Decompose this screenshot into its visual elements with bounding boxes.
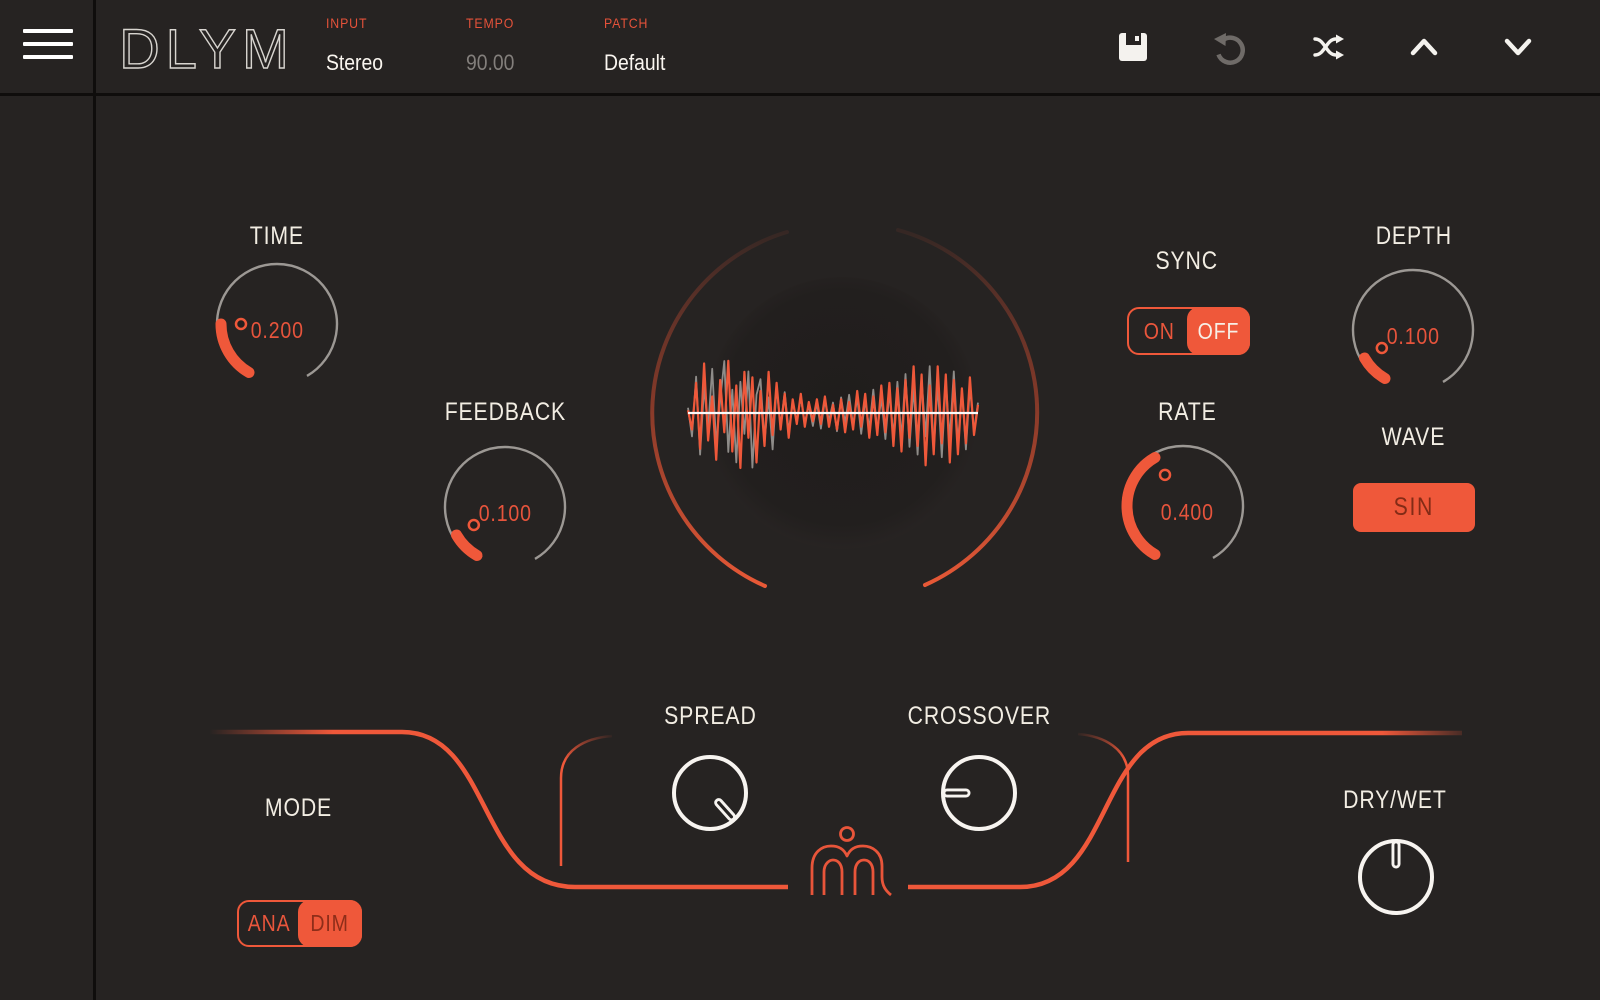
drywet-label: DRY/WET bbox=[1245, 786, 1545, 815]
patch-value[interactable]: Default bbox=[604, 50, 665, 76]
depth-value: 0.100 bbox=[1333, 323, 1493, 350]
input-value[interactable]: Stereo bbox=[326, 50, 383, 76]
hamburger-menu-icon[interactable] bbox=[23, 29, 73, 65]
brand-logo: DLYM bbox=[112, 12, 302, 82]
shuffle-icon[interactable] bbox=[1311, 29, 1349, 65]
svg-text:DLYM: DLYM bbox=[119, 17, 294, 80]
sync-label: SYNC bbox=[1037, 247, 1337, 276]
tempo-value[interactable]: 90.00 bbox=[466, 50, 514, 76]
sync-option-off[interactable]: OFF bbox=[1189, 309, 1249, 353]
crossover-label: CROSSOVER bbox=[829, 702, 1129, 731]
wave-label: WAVE bbox=[1263, 423, 1563, 452]
wave-value: SIN bbox=[1394, 493, 1435, 522]
sync-toggle[interactable]: ON OFF bbox=[1127, 307, 1250, 355]
sidebar-divider bbox=[93, 0, 96, 1000]
drywet-knob[interactable] bbox=[1351, 832, 1441, 922]
chevron-down-icon[interactable] bbox=[1500, 29, 1536, 65]
plugin-window: DLYM INPUT Stereo TEMPO 90.00 PATCH Defa… bbox=[0, 0, 1600, 1000]
chevron-up-icon[interactable] bbox=[1406, 29, 1442, 65]
time-value: 0.200 bbox=[197, 317, 357, 344]
wave-select-button[interactable]: SIN bbox=[1353, 483, 1475, 532]
undo-icon[interactable] bbox=[1212, 29, 1248, 65]
spread-knob[interactable] bbox=[665, 748, 755, 838]
spread-label: SPREAD bbox=[560, 702, 860, 731]
mode-label: MODE bbox=[148, 794, 448, 823]
topbar-divider bbox=[0, 93, 1600, 96]
patch-field[interactable]: PATCH Default bbox=[604, 15, 674, 76]
mode-option-dim[interactable]: DIM bbox=[300, 902, 361, 945]
sync-option-on[interactable]: ON bbox=[1129, 309, 1189, 353]
save-icon[interactable] bbox=[1115, 29, 1151, 65]
tempo-field[interactable]: TEMPO 90.00 bbox=[466, 15, 521, 76]
feedback-value: 0.100 bbox=[425, 500, 585, 527]
mode-option-ana[interactable]: ANA bbox=[239, 902, 300, 945]
mode-toggle[interactable]: ANA DIM bbox=[237, 900, 362, 947]
crossover-inner-curve-left bbox=[561, 736, 612, 866]
input-label: INPUT bbox=[326, 15, 367, 31]
imaginando-logo bbox=[812, 828, 891, 896]
tempo-label: TEMPO bbox=[466, 15, 514, 31]
modulation-display bbox=[600, 200, 1100, 640]
crossover-knob[interactable] bbox=[934, 748, 1024, 838]
patch-label: PATCH bbox=[604, 15, 648, 31]
input-field[interactable]: INPUT Stereo bbox=[326, 15, 391, 76]
rate-value: 0.400 bbox=[1107, 499, 1267, 526]
